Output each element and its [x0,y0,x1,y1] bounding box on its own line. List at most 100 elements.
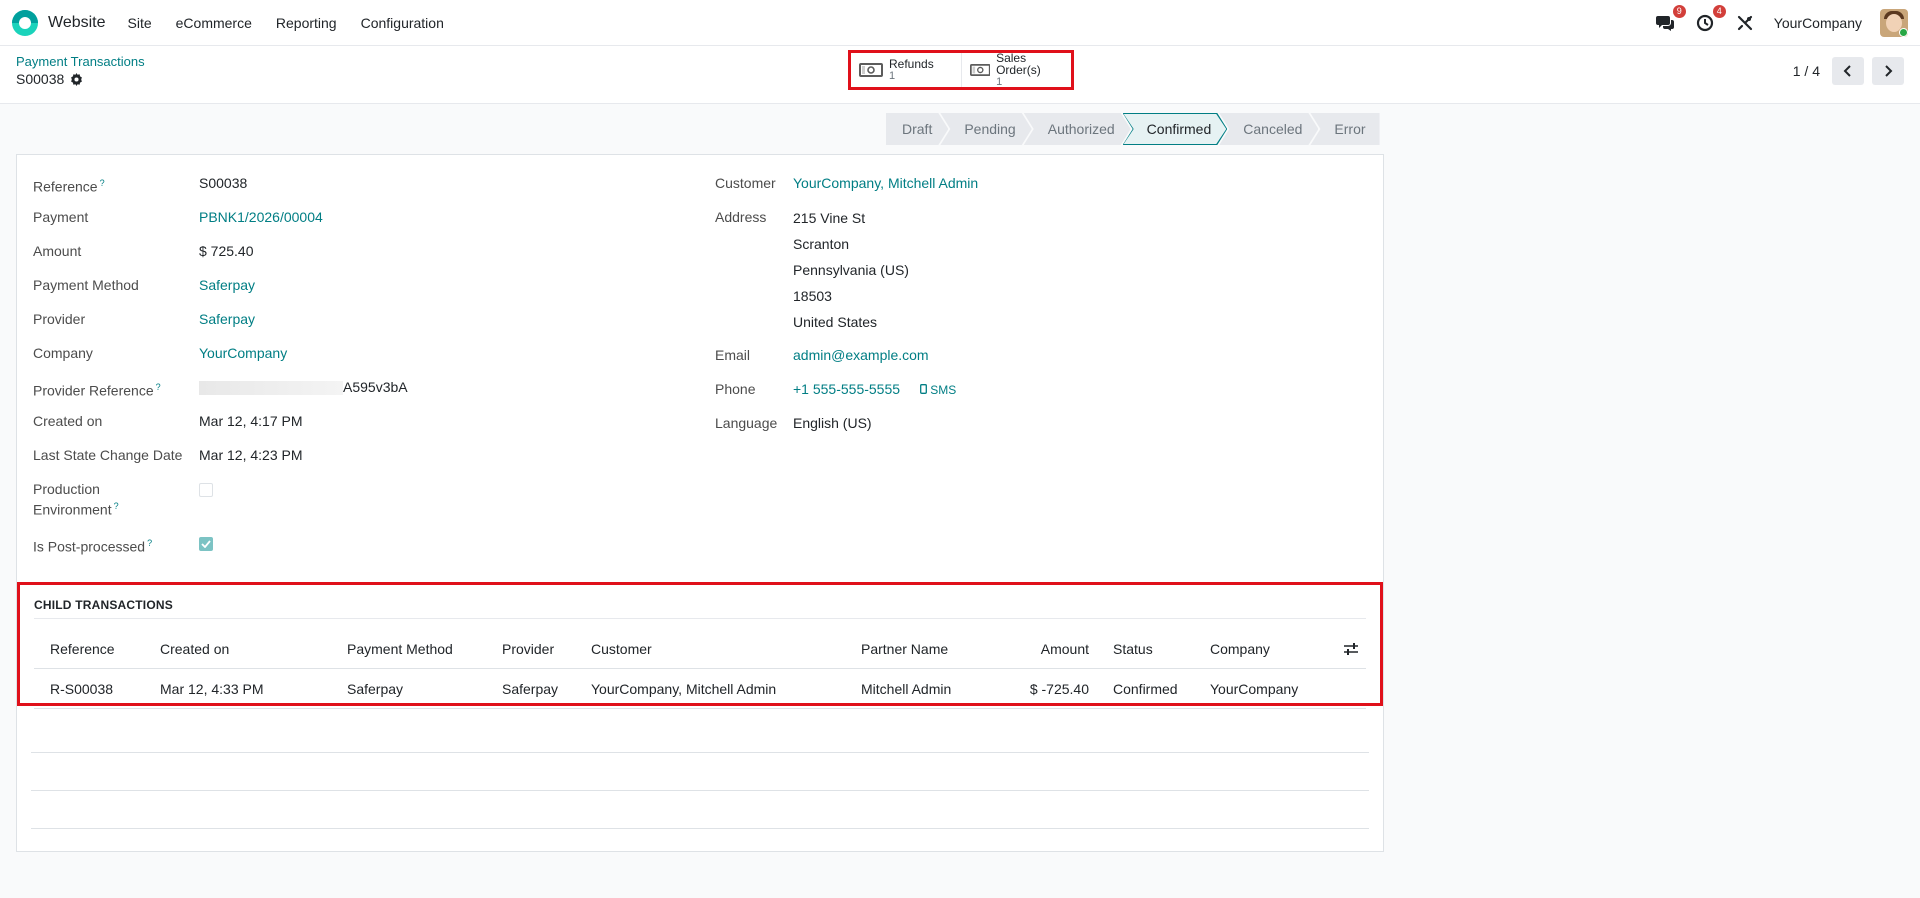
navbar-systray: 9 4 YourCompany [1654,4,1908,37]
field-post-processed: Is Post-processed? [33,527,693,561]
address-block: 215 Vine St Scranton Pennsylvania (US) 1… [793,205,909,335]
column-header[interactable]: Amount [1005,641,1097,657]
company-switcher[interactable]: YourCompany [1774,15,1862,31]
field-provider-reference: Provider Reference? A595v3bA [33,371,693,405]
cell-company: YourCompany [1210,680,1299,697]
column-header[interactable]: Company [1194,641,1324,657]
refunds-button[interactable]: Refunds 1 [851,53,961,87]
field-label: Phone [715,381,756,397]
messages-badge: 9 [1672,4,1686,18]
sms-label: SMS [930,383,957,397]
app-brand[interactable]: Website [12,9,106,36]
stage-label: Draft [902,121,933,137]
stage-confirmed[interactable]: Confirmed [1123,113,1228,145]
field-label: Provider Reference [33,382,154,399]
stage-pending[interactable]: Pending [940,113,1031,145]
field-label: Company [33,345,93,361]
stage-label: Confirmed [1146,121,1212,137]
help-icon[interactable]: ? [147,538,152,548]
payment-link[interactable]: PBNK1/2026/00004 [199,209,323,226]
address-line: 215 Vine St [793,210,866,226]
column-header[interactable]: Status [1097,641,1194,657]
optional-columns-toggle[interactable] [1324,642,1366,655]
customer-link[interactable]: YourCompany, Mitchell Admin [793,175,978,192]
stage-authorized[interactable]: Authorized [1024,113,1131,145]
field-payment: Payment PBNK1/2026/00004 [33,201,693,235]
email-link[interactable]: admin@example.com [793,347,929,364]
sales-orders-count: 1 [996,76,1003,88]
pager-previous-button[interactable] [1832,57,1864,85]
stage-label: Canceled [1243,121,1303,137]
section-title: CHILD TRANSACTIONS [34,598,173,612]
stage-label: Pending [964,121,1016,137]
column-header[interactable]: Payment Method [331,641,486,657]
field-label: Is Post-processed [33,538,146,555]
field-label: Reference [33,178,98,195]
field-payment-method: Payment Method Saferpay [33,269,693,303]
field-created-on: Created on Mar 12, 4:17 PM [33,405,693,439]
pager-next-button[interactable] [1872,57,1904,85]
cell-status: Confirmed [1113,680,1178,697]
stage-error[interactable]: Error [1310,113,1380,145]
help-icon[interactable]: ? [114,501,119,511]
menu-ecommerce[interactable]: eCommerce [166,9,262,37]
sales-orders-button[interactable]: Sales Order(s) 1 [960,52,1072,88]
status-bar: Draft Pending Authorized Confirmed Cance… [886,113,1380,145]
column-header[interactable]: Reference [34,641,144,657]
redacted-mask [199,381,343,396]
column-header[interactable]: Customer [575,641,845,657]
field-label: Production [33,481,100,497]
column-header[interactable]: Created on [144,641,331,657]
online-status-icon [1899,27,1908,37]
help-icon[interactable]: ? [156,382,161,392]
field-label: Address [715,209,767,225]
field-phone: Phone +1 555-555-5555 SMS [715,373,1365,407]
field-customer: Customer YourCompany, Mitchell Admin [715,167,1365,201]
menu-reporting[interactable]: Reporting [266,9,347,37]
column-header[interactable]: Provider [486,641,575,657]
debug-tools-icon[interactable] [1734,12,1756,34]
provider-link[interactable]: Saferpay [199,311,255,328]
address-line: 18503 [793,288,832,304]
field-label: Payment Method [33,277,139,293]
cell-provider: Saferpay [502,680,559,697]
pager-value[interactable]: 1 / 4 [1793,63,1820,79]
company-link[interactable]: YourCompany [199,345,287,362]
stage-draft[interactable]: Draft [886,113,948,145]
field-last-state-change: Last State Change Date Mar 12, 4:23 PM [33,439,693,473]
messages-icon[interactable]: 9 [1654,4,1686,34]
menu-configuration[interactable]: Configuration [351,9,454,37]
chevron-right-icon [1885,65,1893,77]
payment-method-link[interactable]: Saferpay [199,277,255,294]
field-value: Mar 12, 4:23 PM [199,447,303,463]
field-email: Email admin@example.com [715,339,1365,373]
main-menu: Site eCommerce Reporting Configuration [118,9,454,37]
field-language: Language English (US) [715,407,1365,441]
table-row[interactable]: R-S00038 Mar 12, 4:33 PM Saferpay Saferp… [34,669,1366,709]
field-production-environment: Production Environment? [33,473,693,527]
menu-site[interactable]: Site [118,9,162,37]
address-line: Scranton [793,236,850,252]
refunds-label: Refunds [889,57,934,71]
phone-link[interactable]: +1 555-555-5555 [793,381,900,397]
user-avatar[interactable] [1880,8,1908,37]
post-processed-checkbox[interactable] [199,537,213,551]
record-name: S00038 [16,71,65,87]
control-panel: Payment Transactions S00038 Refunds 1 Sa… [0,46,1920,104]
help-icon[interactable]: ? [100,178,105,188]
stage-canceled[interactable]: Canceled [1219,113,1318,145]
column-header[interactable]: Partner Name [845,641,1005,657]
field-label: Last State Change Date [33,447,183,463]
money-icon [969,63,991,77]
sms-button[interactable]: SMS [919,383,957,397]
production-environment-checkbox[interactable] [199,483,213,497]
mobile-icon [919,384,927,394]
field-label: Customer [715,175,776,191]
child-transactions-table: Reference Created on Payment Method Prov… [34,629,1366,709]
field-value: $ 725.40 [199,243,254,259]
refunds-count: 1 [889,70,896,82]
activities-clock-icon[interactable]: 4 [1694,4,1726,34]
breadcrumb-parent-link[interactable]: Payment Transactions [16,54,145,69]
cell-payment-method: Saferpay [347,680,404,697]
gear-icon[interactable] [70,72,83,86]
